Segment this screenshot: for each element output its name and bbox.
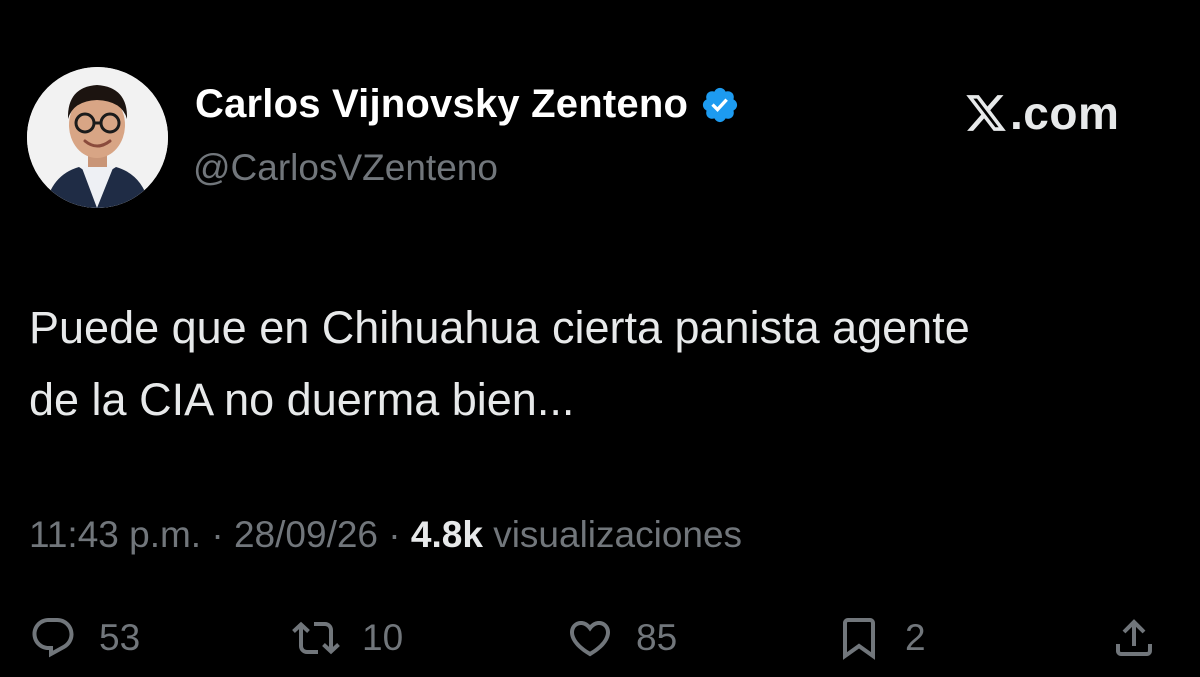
brand-domain: .com [1010, 87, 1120, 139]
share-icon [1110, 614, 1158, 662]
bookmark-button[interactable]: 2 [835, 608, 926, 668]
author-display-name[interactable]: Carlos Vijnovsky Zenteno [195, 82, 688, 127]
brand-watermark: .com [964, 86, 1119, 140]
tweet-time[interactable]: 11:43 p.m. [29, 514, 201, 555]
x-logo-icon [964, 91, 1008, 135]
author-handle[interactable]: @CarlosVZenteno [193, 147, 498, 189]
tweet-text: Puede que en Chihuahua cierta panista ag… [29, 292, 1179, 436]
share-button[interactable] [1110, 608, 1158, 668]
retweet-count: 10 [362, 617, 404, 658]
like-button[interactable]: 85 [566, 608, 677, 668]
tweet-text-line: Puede que en Chihuahua cierta panista ag… [29, 302, 970, 353]
views-label: visualizaciones [493, 514, 743, 555]
tweet-text-line: de la CIA no duerma bien... [29, 374, 575, 425]
tweet-meta: 11:43 p.m. · 28/09/26 · 4.8k visualizaci… [29, 514, 742, 556]
meta-separator: · [388, 514, 401, 555]
retweet-icon [292, 614, 340, 662]
author-name-row: Carlos Vijnovsky Zenteno [195, 82, 740, 127]
views-count: 4.8k [410, 514, 483, 555]
tweet-date[interactable]: 28/09/26 [234, 514, 378, 555]
reply-count: 53 [99, 617, 141, 658]
heart-icon [566, 614, 614, 662]
like-count: 85 [636, 617, 678, 658]
reply-icon [29, 614, 77, 662]
reply-button[interactable]: 53 [29, 608, 140, 668]
action-bar: 53 10 85 2 [0, 608, 1200, 668]
bookmark-icon [835, 614, 883, 662]
bookmark-count: 2 [905, 617, 926, 658]
retweet-button[interactable]: 10 [292, 608, 403, 668]
avatar[interactable] [27, 67, 168, 208]
meta-separator: · [211, 514, 224, 555]
verified-badge-icon[interactable] [700, 85, 740, 125]
